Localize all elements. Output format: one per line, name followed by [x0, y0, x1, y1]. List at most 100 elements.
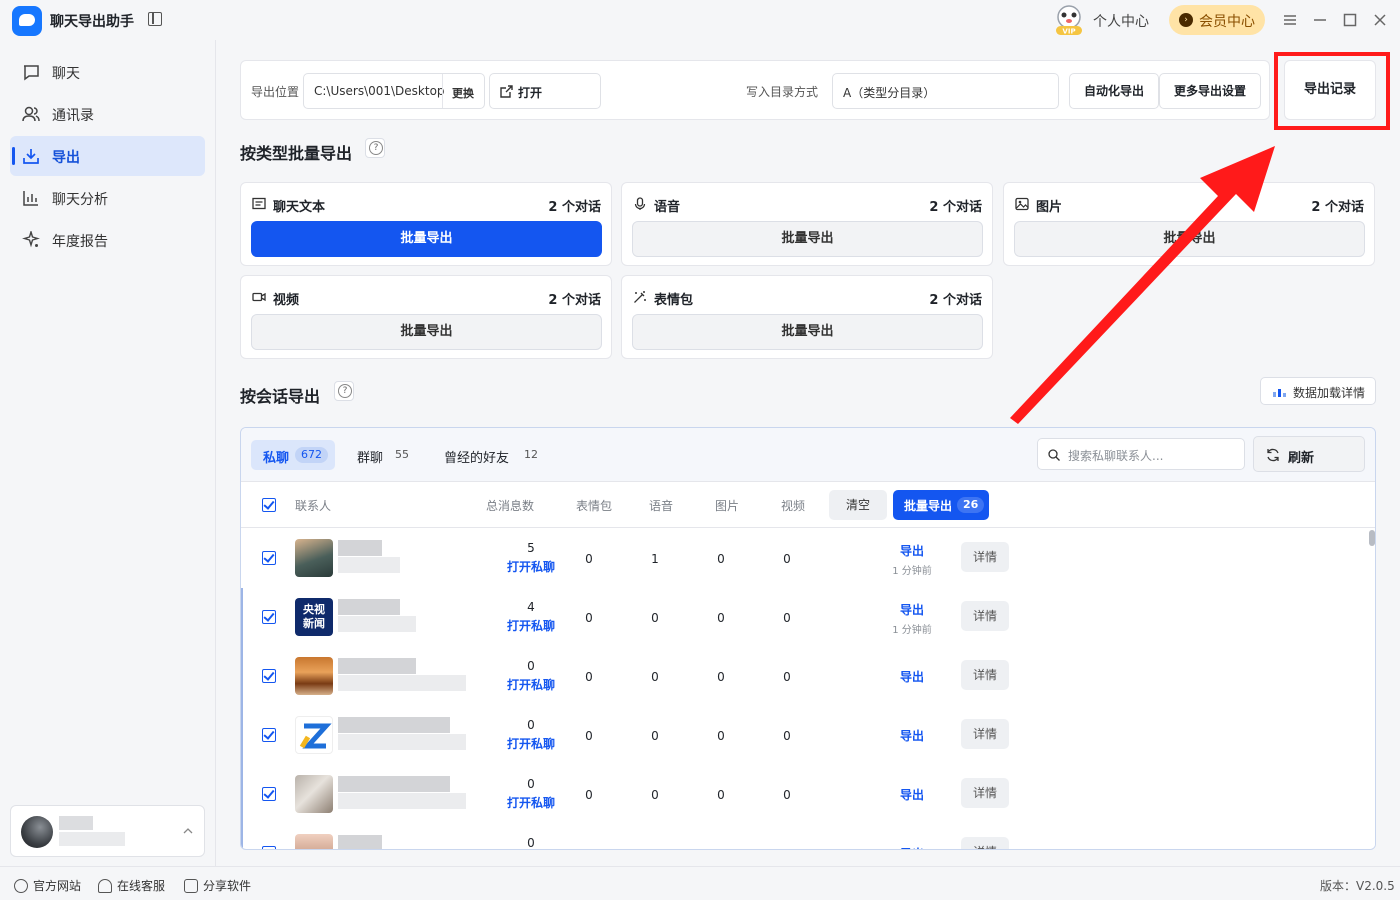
- open-chat-link[interactable]: 打开私聊: [496, 794, 566, 811]
- count-voice: 0: [651, 611, 659, 625]
- row-checkbox[interactable]: [262, 551, 276, 565]
- sidebar-toggle-icon[interactable]: [148, 12, 162, 26]
- batch-export-button[interactable]: 批量导出: [1014, 221, 1365, 257]
- row-export-link[interactable]: 导出: [882, 727, 942, 744]
- row-detail-button[interactable]: 详情: [961, 660, 1009, 690]
- count-emoji: 0: [585, 611, 593, 625]
- row-checkbox[interactable]: [262, 846, 276, 849]
- sidebar-item-contacts[interactable]: 通讯录: [10, 94, 205, 134]
- refresh-button[interactable]: 刷新: [1253, 436, 1365, 472]
- batch-export-button[interactable]: 批量导出: [632, 221, 983, 257]
- tab-former-friends[interactable]: 曾经的好友 12: [432, 440, 542, 470]
- row-checkbox[interactable]: [262, 669, 276, 683]
- type-card-name: 语音: [654, 200, 681, 215]
- website-link[interactable]: 官方网站: [14, 877, 81, 894]
- open-chat-link[interactable]: 打开私聊: [496, 735, 566, 752]
- chevron-up-icon[interactable]: [183, 826, 193, 836]
- analysis-icon: [23, 191, 38, 206]
- share-link[interactable]: 分享软件: [184, 877, 251, 894]
- sidebar-item-chat[interactable]: 聊天: [10, 52, 205, 92]
- maximize-icon[interactable]: [1342, 12, 1358, 28]
- row-detail-button[interactable]: 详情: [961, 601, 1009, 631]
- row-checkbox[interactable]: [262, 787, 276, 801]
- support-link[interactable]: 在线客服: [98, 877, 165, 894]
- count-image: 0: [717, 788, 725, 802]
- vip-avatar-icon[interactable]: VIP: [1052, 4, 1086, 36]
- tab-private-chat[interactable]: 私聊 672: [251, 440, 335, 470]
- row-detail-button[interactable]: 详情: [961, 542, 1009, 572]
- dir-mode-value: A（类型分目录）: [843, 86, 936, 100]
- row-detail-button[interactable]: 详情: [961, 778, 1009, 808]
- divider: [442, 74, 443, 108]
- menu-icon[interactable]: [1282, 12, 1298, 28]
- minimize-icon[interactable]: [1312, 12, 1328, 28]
- export-toolbar: 导出位置 C:\Users\001\Desktop 更换 打开 写入目录方式 A…: [240, 60, 1270, 120]
- type-card-name: 聊天文本: [273, 200, 326, 215]
- row-checkbox[interactable]: [262, 610, 276, 624]
- table-row[interactable]: 央视 新闻 4 打开私聊 0 0 0 0 导出 1 分钟前 详情: [241, 587, 1369, 646]
- table-row[interactable]: 0 打开私聊 0 0 0 0 导出 详情: [241, 764, 1369, 823]
- select-all-checkbox[interactable]: [262, 498, 276, 512]
- count-voice: 1: [651, 552, 659, 566]
- row-checkbox[interactable]: [262, 728, 276, 742]
- open-chat-link[interactable]: 打开私聊: [496, 558, 566, 575]
- table-row[interactable]: 0打开私聊导出详情: [241, 823, 1369, 849]
- globe-icon: [14, 879, 28, 893]
- personal-center-link[interactable]: 个人中心: [1093, 11, 1149, 31]
- more-export-settings-button[interactable]: 更多导出设置: [1159, 73, 1261, 109]
- auto-export-button[interactable]: 自动化导出: [1069, 73, 1159, 109]
- row-export-link[interactable]: 导出: [882, 786, 942, 803]
- row-export-link[interactable]: 导出: [882, 668, 942, 685]
- user-card[interactable]: [10, 805, 205, 857]
- row-detail-button[interactable]: 详情: [961, 719, 1009, 749]
- scrollbar-thumb[interactable]: [1369, 530, 1375, 546]
- z-logo-icon: [299, 723, 332, 749]
- row-export-link[interactable]: 导出: [882, 601, 942, 618]
- member-center-button[interactable]: › 会员中心: [1169, 5, 1265, 35]
- change-path-button[interactable]: 更换: [452, 85, 474, 101]
- row-export-link[interactable]: 导出: [882, 542, 942, 559]
- row-export-link[interactable]: 导出: [882, 845, 942, 849]
- close-icon[interactable]: [1372, 12, 1388, 28]
- open-label: 打开: [518, 86, 543, 100]
- clear-selection-button[interactable]: 清空: [829, 490, 887, 520]
- batch-export-button[interactable]: 批量导出: [251, 221, 602, 257]
- table-row[interactable]: 5 打开私聊 0 1 0 0 导出 1 分钟前 详情: [241, 528, 1369, 587]
- table-scrollbar[interactable]: [1369, 528, 1375, 849]
- batch-export-selected-button[interactable]: 批量导出 26: [893, 490, 989, 520]
- export-path-field[interactable]: C:\Users\001\Desktop 更换: [303, 73, 485, 109]
- total-messages: 0: [527, 718, 535, 732]
- tab-label: 群聊: [357, 451, 384, 466]
- count-emoji: 0: [585, 729, 593, 743]
- count-image: 0: [717, 552, 725, 566]
- count-voice: 0: [651, 729, 659, 743]
- sidebar-item-label: 导出: [52, 150, 80, 166]
- type-card-image: 图片 2 个对话 批量导出: [1003, 182, 1375, 266]
- help-icon[interactable]: [365, 138, 385, 158]
- refresh-label: 刷新: [1288, 451, 1315, 466]
- dir-mode-select[interactable]: A（类型分目录）: [832, 73, 1059, 109]
- sidebar-item-export[interactable]: 导出: [10, 136, 205, 176]
- sparkle-icon: [22, 231, 40, 248]
- contact-remark-redacted: [338, 557, 400, 573]
- batch-export-button[interactable]: 批量导出: [632, 314, 983, 350]
- open-chat-link[interactable]: 打开私聊: [496, 676, 566, 693]
- batch-export-label: 批量导出: [904, 499, 953, 513]
- by-session-title: 按会话导出: [240, 387, 321, 406]
- tab-group-chat[interactable]: 群聊 55: [345, 440, 417, 470]
- sidebar-item-annual-report[interactable]: 年度报告: [10, 220, 205, 260]
- table-row[interactable]: 0 打开私聊 0 0 0 0 导出 详情: [241, 705, 1369, 764]
- open-folder-button[interactable]: 打开: [489, 73, 601, 109]
- type-card-voice: 语音 2 个对话 批量导出: [621, 182, 993, 266]
- sidebar-item-analysis[interactable]: 聊天分析: [10, 178, 205, 218]
- open-chat-link[interactable]: 打开私聊: [496, 617, 566, 634]
- contact-search-input[interactable]: 搜索私聊联系人...: [1037, 438, 1245, 470]
- row-detail-button[interactable]: 详情: [961, 837, 1009, 849]
- batch-export-button[interactable]: 批量导出: [251, 314, 602, 350]
- table-row[interactable]: 0 打开私聊 0 0 0 0 导出 详情: [241, 646, 1369, 705]
- contact-name-redacted: [338, 599, 400, 615]
- contact-remark-redacted: [338, 675, 466, 691]
- load-detail-button[interactable]: 数据加载详情: [1260, 377, 1376, 405]
- help-icon[interactable]: [334, 381, 354, 401]
- refresh-icon: [1267, 448, 1279, 462]
